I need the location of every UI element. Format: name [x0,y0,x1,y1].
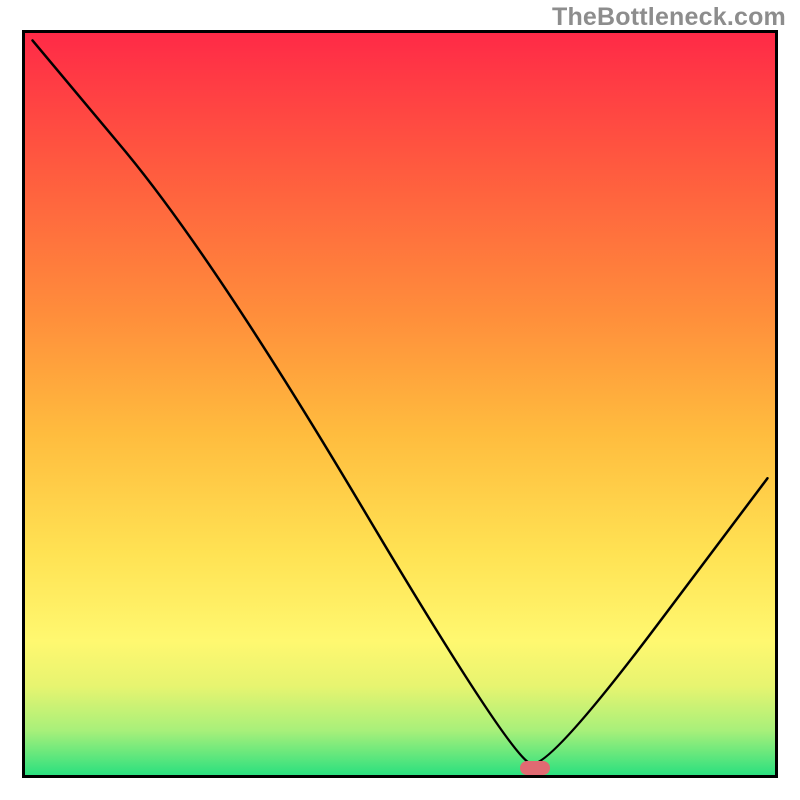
watermark-text: TheBottleneck.com [552,3,786,32]
curve-svg [25,33,775,775]
plot-area [25,33,775,775]
chart-container: TheBottleneck.com [0,0,800,800]
bottleneck-curve [33,40,768,764]
optimal-marker [520,761,550,775]
plot-frame [22,30,778,778]
